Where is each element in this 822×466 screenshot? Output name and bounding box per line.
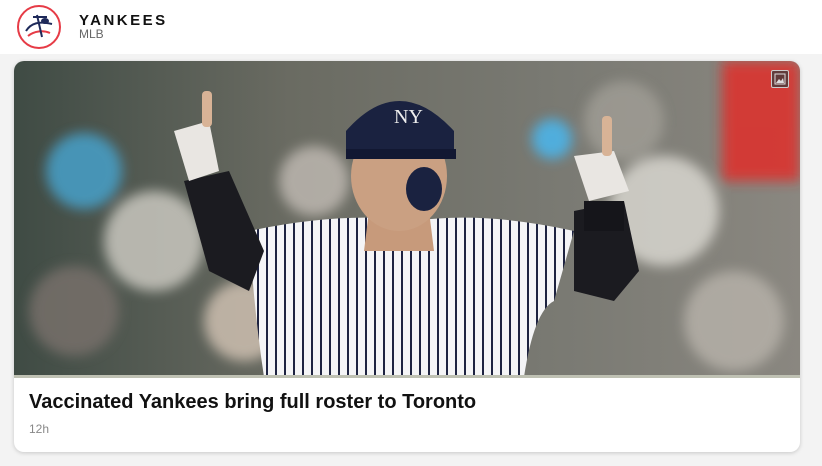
source-subtitle: MLB: [79, 27, 104, 41]
source-header: YANKEES MLB: [0, 0, 822, 54]
news-card[interactable]: NY Vaccinated Yankees bring full roster …: [14, 61, 800, 452]
article-time: 12h: [29, 422, 50, 436]
article-photo[interactable]: NY: [14, 61, 800, 377]
article-headline[interactable]: Vaccinated Yankees bring full roster to …: [29, 391, 476, 414]
yankees-logo-icon[interactable]: [17, 5, 61, 49]
photo-divider: [14, 375, 800, 378]
svg-text:NY: NY: [394, 106, 423, 128]
image-icon[interactable]: [771, 70, 789, 88]
